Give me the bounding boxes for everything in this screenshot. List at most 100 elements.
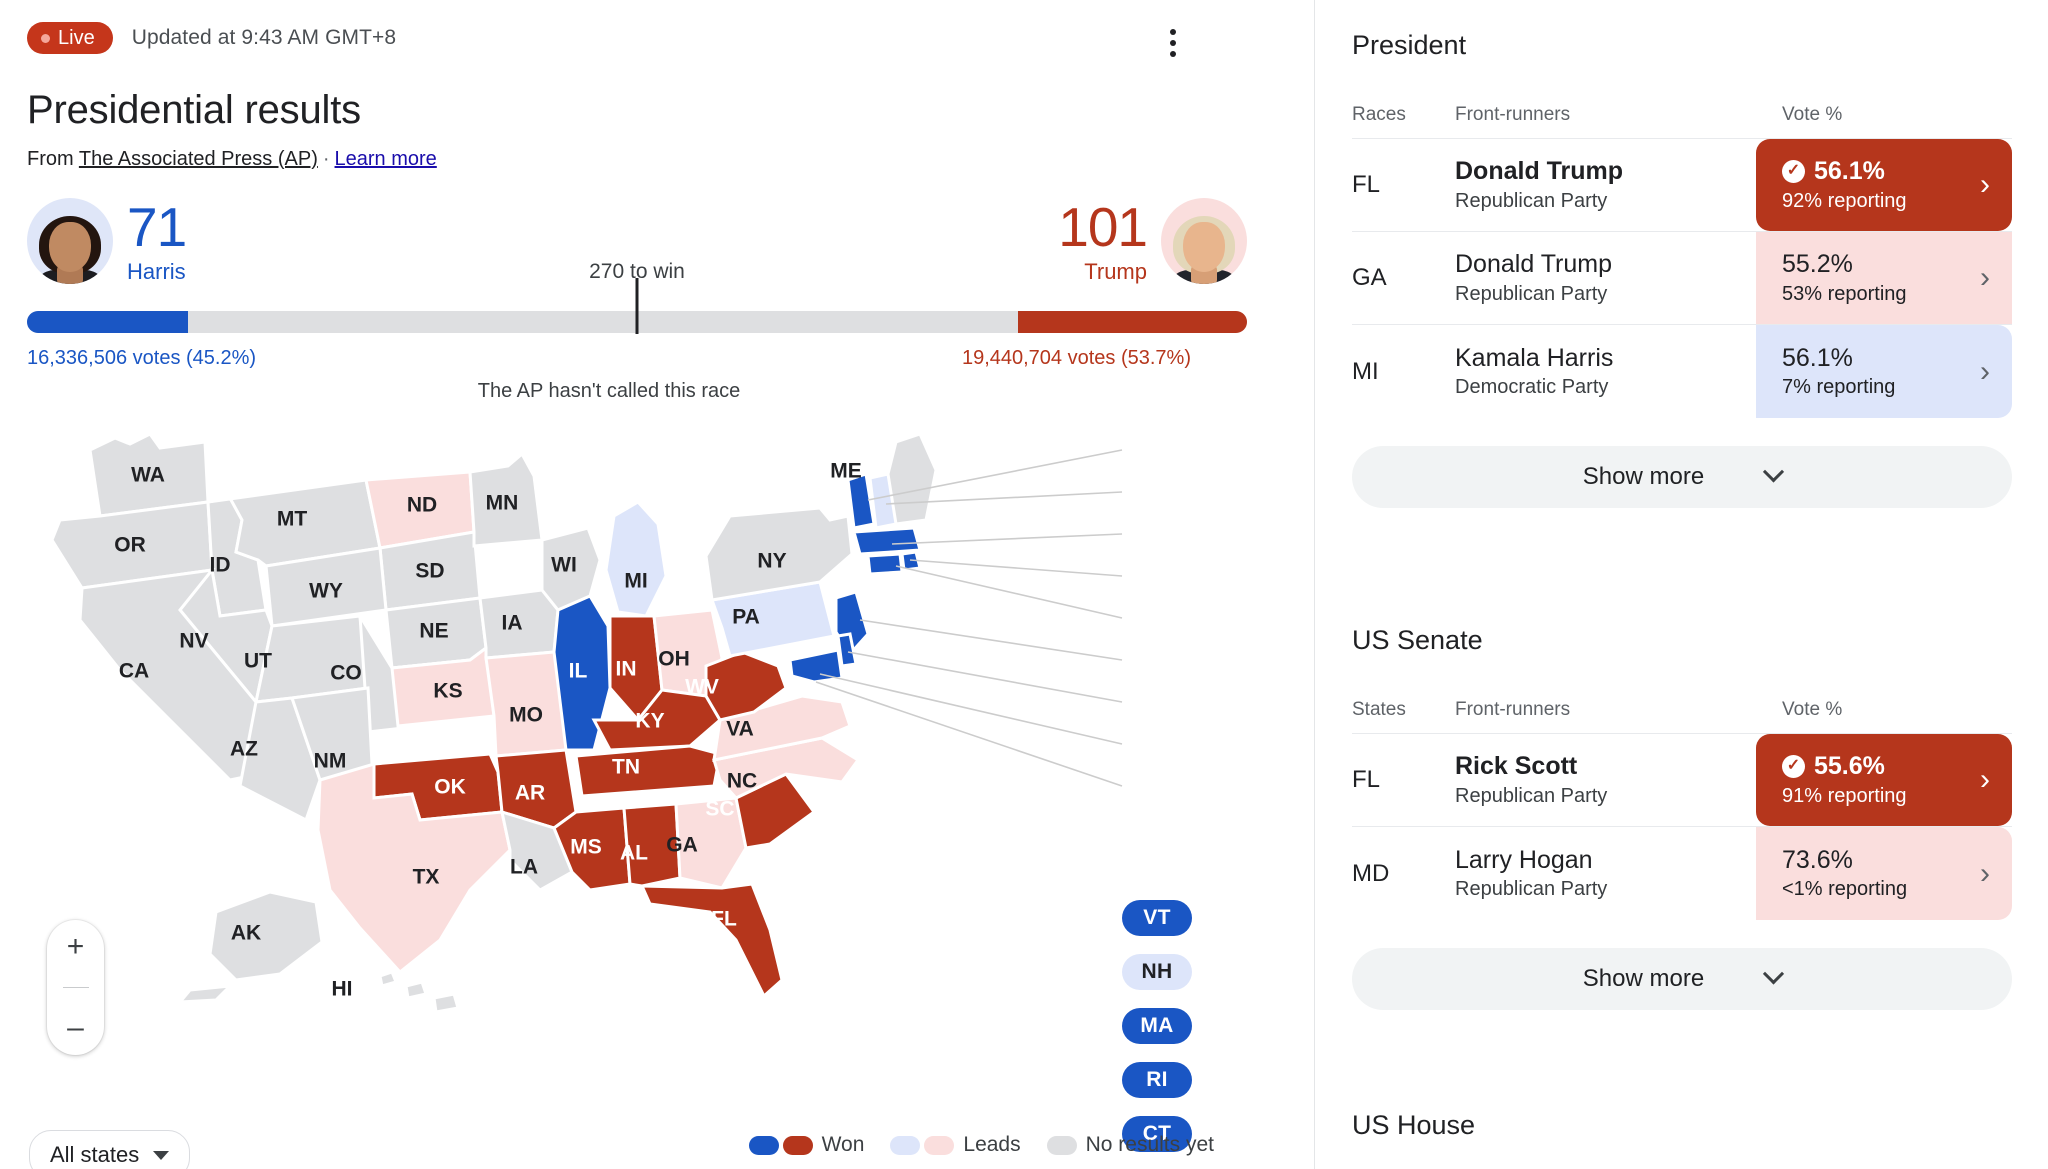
row-reporting: 7% reporting bbox=[1782, 376, 1896, 399]
chevron-right-icon: › bbox=[1980, 261, 1990, 294]
row-vote-cell[interactable]: ✓ 56.1% 92% reporting › bbox=[1756, 139, 2012, 231]
us-map[interactable]: WA OR ID MT ND SD WY NE NV UT CO CA AZ N… bbox=[0, 420, 1314, 1152]
trump-popular-votes: 19,440,704 votes (53.7%) bbox=[961, 347, 1191, 369]
winner-check-icon: ✓ bbox=[1782, 160, 1805, 183]
state-FL[interactable] bbox=[639, 882, 784, 999]
kebab-menu-icon[interactable] bbox=[1155, 25, 1191, 61]
row-party: Republican Party bbox=[1455, 189, 1608, 212]
state-badge-nh[interactable]: NH bbox=[1122, 954, 1192, 990]
map-zoom-controls: + – bbox=[47, 920, 104, 1055]
legend-item-noresults: No results yet bbox=[1046, 1133, 1214, 1157]
state-badge-ma[interactable]: MA bbox=[1122, 1008, 1192, 1044]
legend-label-noresults: No results yet bbox=[1085, 1133, 1214, 1156]
label-IN: IN bbox=[616, 658, 637, 681]
page-title: Presidential results bbox=[27, 88, 361, 132]
races-sidebar: President Races Front-runners Vote % FL … bbox=[1315, 0, 2048, 1169]
show-more-label: Show more bbox=[1582, 463, 1705, 490]
zoom-out-button[interactable]: – bbox=[67, 1013, 84, 1043]
label-NE: NE bbox=[419, 620, 448, 643]
section-president: President Races Front-runners Vote % FL … bbox=[1352, 30, 2012, 508]
label-AR: AR bbox=[515, 782, 545, 805]
all-states-dropdown[interactable]: All states bbox=[29, 1130, 191, 1169]
winner-check-icon: ✓ bbox=[1782, 755, 1805, 778]
row-frontrunner: Rick Scott Republican Party bbox=[1455, 734, 1756, 826]
label-NY: NY bbox=[757, 550, 786, 573]
col-header-vote: Vote % bbox=[1782, 699, 1843, 720]
trump-electoral-votes: 101 bbox=[1058, 195, 1148, 258]
legend-item-won: Won bbox=[748, 1133, 864, 1157]
kebab-dot-1 bbox=[1170, 29, 1176, 35]
state-badge-list: VT NH MA RI CT NJ DE MD DC bbox=[1122, 900, 1194, 1169]
harris-electoral-votes: 71 bbox=[127, 195, 187, 258]
state-badge-vt[interactable]: VT bbox=[1122, 900, 1192, 936]
state-TN[interactable] bbox=[574, 744, 722, 798]
chevron-down-icon bbox=[1763, 460, 1785, 482]
house-title: US House bbox=[1352, 1110, 1476, 1140]
label-AL: AL bbox=[620, 842, 648, 865]
row-frontrunner: Donald Trump Republican Party bbox=[1455, 139, 1756, 231]
label-ID: ID bbox=[210, 554, 231, 577]
bar-segment-dem bbox=[27, 311, 189, 333]
table-row[interactable]: FL Rick Scott Republican Party ✓ 55.6% 91… bbox=[1352, 734, 2012, 827]
table-row[interactable]: MD Larry Hogan Republican Party 73.6% <1… bbox=[1352, 827, 2012, 920]
table-row[interactable]: GA Donald Trump Republican Party 55.2% 5… bbox=[1352, 232, 2012, 325]
label-AZ: AZ bbox=[230, 738, 258, 761]
label-GA: GA bbox=[666, 834, 698, 857]
state-CT-shape[interactable] bbox=[866, 552, 904, 576]
chevron-right-icon: › bbox=[1980, 856, 1990, 890]
chevron-right-icon: › bbox=[1980, 763, 1990, 796]
row-frontrunner: Larry Hogan Republican Party bbox=[1455, 827, 1756, 920]
all-states-label: All states bbox=[50, 1142, 140, 1167]
row-vote-pct: 55.2% bbox=[1782, 250, 1853, 279]
us-map-svg[interactable]: WA OR ID MT ND SD WY NE NV UT CO CA AZ N… bbox=[30, 420, 1220, 1040]
section-senate: US Senate States Front-runners Vote % FL… bbox=[1352, 625, 2012, 1010]
label-PA: PA bbox=[732, 606, 760, 629]
president-rows: FL Donald Trump Republican Party ✓ 56.1% … bbox=[1352, 138, 2012, 418]
state-badge-ri[interactable]: RI bbox=[1122, 1062, 1192, 1098]
state-MA-shape[interactable] bbox=[852, 526, 922, 556]
row-reporting: <1% reporting bbox=[1782, 878, 1908, 901]
live-dot-icon bbox=[41, 33, 50, 43]
label-OK: OK bbox=[434, 776, 466, 799]
label-UT: UT bbox=[244, 650, 272, 673]
senate-show-more-button[interactable]: Show more bbox=[1352, 948, 2012, 1010]
zoom-in-button[interactable]: + bbox=[67, 932, 85, 962]
label-WV: WV bbox=[685, 676, 719, 699]
label-VA: VA bbox=[726, 718, 754, 741]
from-label: From bbox=[27, 148, 74, 170]
row-vote-cell[interactable]: 73.6% <1% reporting › bbox=[1756, 827, 2012, 920]
race-status-text: The AP hasn't called this race bbox=[477, 380, 741, 402]
label-KS: KS bbox=[433, 680, 462, 703]
state-AK[interactable] bbox=[176, 890, 324, 1004]
zoom-divider bbox=[62, 987, 89, 988]
source-separator: · bbox=[322, 148, 330, 170]
learn-more-link[interactable]: Learn more bbox=[335, 148, 437, 170]
map-legend: Won Leads No results yet bbox=[748, 1133, 1214, 1157]
col-header-states: States bbox=[1352, 699, 1406, 720]
source-link[interactable]: The Associated Press (AP) bbox=[79, 148, 318, 170]
label-NM: NM bbox=[314, 750, 347, 773]
row-frontrunner: Kamala Harris Democratic Party bbox=[1455, 325, 1756, 418]
president-show-more-button[interactable]: Show more bbox=[1352, 446, 2012, 508]
row-party: Republican Party bbox=[1455, 784, 1608, 807]
label-NC: NC bbox=[727, 770, 757, 793]
row-vote-cell[interactable]: 56.1% 7% reporting › bbox=[1756, 325, 2012, 418]
row-party: Republican Party bbox=[1455, 878, 1608, 901]
col-header-frontrunners: Front-runners bbox=[1455, 699, 1571, 720]
label-AK: AK bbox=[231, 922, 261, 945]
row-vote-cell[interactable]: 55.2% 53% reporting › bbox=[1756, 232, 2012, 324]
chevron-down-icon bbox=[153, 1150, 170, 1160]
state-HI[interactable] bbox=[378, 970, 460, 1014]
table-row[interactable]: MI Kamala Harris Democratic Party 56.1% … bbox=[1352, 325, 2012, 418]
row-vote-cell[interactable]: ✓ 55.6% 91% reporting › bbox=[1756, 734, 2012, 826]
label-ME: ME bbox=[830, 460, 862, 483]
president-table-header: Races Front-runners Vote % bbox=[1352, 104, 2012, 138]
label-HI: HI bbox=[332, 978, 353, 1001]
row-candidate-name: Kamala Harris bbox=[1455, 343, 1614, 372]
election-results-page: Live Updated at 9:43 AM GMT+8 Presidenti… bbox=[0, 0, 2048, 1169]
label-SD: SD bbox=[415, 560, 444, 583]
state-MI[interactable] bbox=[604, 500, 668, 618]
live-badge: Live bbox=[27, 22, 113, 54]
table-row[interactable]: FL Donald Trump Republican Party ✓ 56.1% … bbox=[1352, 139, 2012, 232]
updated-timestamp: Updated at 9:43 AM GMT+8 bbox=[131, 26, 397, 49]
